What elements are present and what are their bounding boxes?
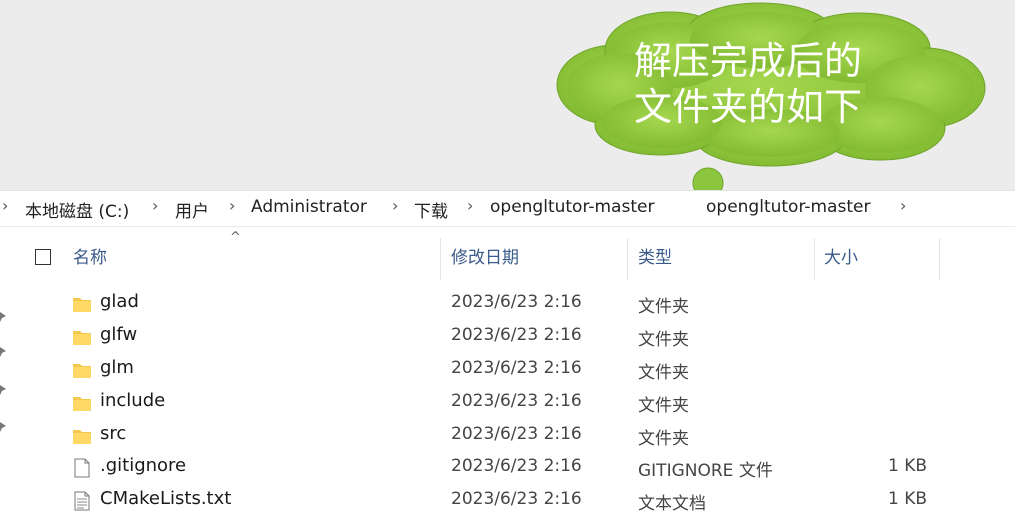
file-date: 2023/6/23 2:16 [451, 391, 582, 411]
callout-line-1: 解压完成后的 [633, 39, 862, 83]
chevron-right-icon[interactable]: › [467, 196, 473, 215]
breadcrumb-item[interactable]: 本地磁盘 (C:) [25, 197, 129, 222]
folder-icon [73, 364, 91, 378]
file-type: 文本文档 [638, 494, 706, 514]
folder-icon [73, 298, 91, 312]
chevron-right-icon[interactable]: › [900, 196, 906, 215]
select-all-checkbox[interactable] [35, 249, 51, 265]
file-type: 文件夹 [638, 429, 689, 449]
file-name[interactable]: CMakeLists.txt [100, 488, 231, 509]
file-row[interactable]: include 2023/6/23 2:16 文件夹 [0, 387, 1015, 420]
file-type: GITIGNORE 文件 [638, 461, 773, 481]
file-size: 1 KB [887, 456, 927, 476]
file-name[interactable]: include [100, 390, 165, 411]
file-type: 文件夹 [638, 396, 689, 416]
chevron-right-icon[interactable]: › [392, 196, 398, 215]
file-icon [74, 458, 90, 478]
file-date: 2023/6/23 2:16 [451, 325, 582, 345]
file-date: 2023/6/23 2:16 [451, 489, 582, 509]
sort-up-icon: ^ [230, 230, 241, 245]
file-name[interactable]: src [100, 423, 126, 444]
breadcrumb-item[interactable]: 用户 [175, 197, 209, 222]
text-file-icon [74, 491, 90, 511]
folder-icon [73, 331, 91, 345]
file-row[interactable]: src 2023/6/23 2:16 文件夹 [0, 420, 1015, 453]
folder-icon [73, 430, 91, 444]
breadcrumb-item[interactable]: opengltutor-master [490, 197, 654, 217]
column-divider[interactable] [939, 238, 940, 280]
file-name[interactable]: glm [100, 357, 134, 378]
column-header-type[interactable]: 类型 [638, 238, 672, 278]
file-row[interactable]: .gitignore 2023/6/23 2:16 GITIGNORE 文件 1… [0, 452, 1015, 485]
chevron-right-icon[interactable]: › [152, 196, 158, 215]
file-row[interactable]: glad 2023/6/23 2:16 文件夹 [0, 288, 1015, 321]
file-row[interactable]: glfw 2023/6/23 2:16 文件夹 [0, 321, 1015, 354]
column-divider[interactable] [440, 238, 441, 280]
file-row[interactable]: glm 2023/6/23 2:16 文件夹 [0, 354, 1015, 387]
file-name[interactable]: glad [100, 291, 139, 312]
breadcrumb-item[interactable]: 下载 [414, 197, 448, 222]
column-divider[interactable] [627, 238, 628, 280]
file-date: 2023/6/23 2:16 [451, 358, 582, 378]
file-name[interactable]: .gitignore [100, 455, 186, 476]
column-header-date[interactable]: 修改日期 [451, 238, 519, 278]
folder-icon [73, 397, 91, 411]
column-header-size[interactable]: 大小 [824, 238, 858, 278]
column-header-name[interactable]: 名称 [73, 238, 107, 278]
breadcrumb-item[interactable]: Administrator [251, 197, 367, 217]
file-size: 1 KB [887, 489, 927, 509]
column-divider[interactable] [814, 238, 815, 280]
callout-line-2: 文件夹的如下 [633, 85, 862, 129]
chevron-right-icon[interactable]: › [229, 196, 235, 215]
file-type: 文件夹 [638, 363, 689, 383]
file-date: 2023/6/23 2:16 [451, 292, 582, 312]
file-row[interactable]: CMakeLists.txt 2023/6/23 2:16 文本文档 1 KB [0, 485, 1015, 518]
file-type: 文件夹 [638, 297, 689, 317]
chevron-right-icon: › [2, 196, 9, 215]
file-date: 2023/6/23 2:16 [451, 424, 582, 444]
callout-text: 解压完成后的 文件夹的如下 [598, 38, 898, 130]
file-date: 2023/6/23 2:16 [451, 456, 582, 476]
file-name[interactable]: glfw [100, 324, 137, 345]
breadcrumb-item[interactable]: opengltutor-master [706, 197, 870, 217]
address-bar[interactable]: › 本地磁盘 (C:) › 用户 › Administrator › 下载 › … [0, 190, 1015, 227]
file-type: 文件夹 [638, 330, 689, 350]
